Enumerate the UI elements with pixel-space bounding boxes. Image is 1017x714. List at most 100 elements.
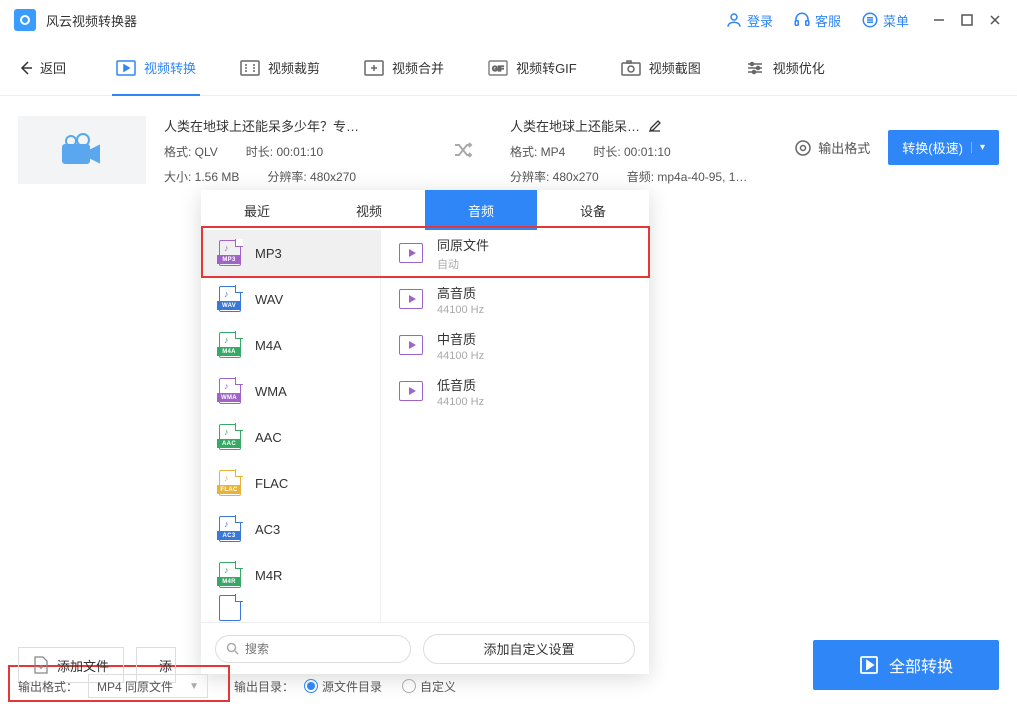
format-item-aac[interactable]: ♪AAC AAC bbox=[201, 414, 380, 460]
camera-icon bbox=[621, 60, 641, 76]
tab-video-crop[interactable]: 视频裁剪 bbox=[218, 40, 342, 96]
radio-src-dir[interactable]: 源文件目录 bbox=[304, 678, 382, 695]
support-button[interactable]: 客服 bbox=[793, 11, 841, 30]
file-format-in: 格式: QLV bbox=[164, 143, 218, 160]
quality-item[interactable]: 同原文件自动 bbox=[381, 230, 649, 276]
radio-custom-dir[interactable]: 自定义 bbox=[402, 678, 456, 695]
edit-icon[interactable] bbox=[648, 119, 662, 133]
radio-label: 源文件目录 bbox=[322, 678, 382, 695]
file-duration-in: 时长: 00:01:10 bbox=[246, 143, 323, 160]
tab-label: 视频优化 bbox=[773, 58, 825, 77]
tab-video-optimize[interactable]: 视频优化 bbox=[723, 40, 847, 96]
format-item-m4r[interactable]: ♪M4RM4R bbox=[201, 552, 380, 598]
file-type-icon bbox=[219, 595, 241, 621]
quality-item[interactable]: 高音质44100 Hz bbox=[381, 276, 649, 322]
play-icon bbox=[399, 243, 423, 263]
sliders-icon bbox=[745, 60, 765, 76]
arrow-left-icon bbox=[18, 60, 34, 76]
file-type-icon: ♪WMA bbox=[219, 378, 241, 404]
file-type-icon: ♪MP3 bbox=[219, 240, 241, 266]
play-icon bbox=[859, 655, 879, 675]
format-item-wma[interactable]: ♪WMAWMA bbox=[201, 368, 380, 414]
file-plus-icon bbox=[33, 656, 49, 674]
popup-tab-video[interactable]: 视频 bbox=[313, 190, 425, 230]
video-thumbnail bbox=[18, 116, 146, 184]
format-item-m4a[interactable]: ♪M4AM4A bbox=[201, 322, 380, 368]
quality-title: 同原文件 bbox=[437, 235, 489, 254]
menu-button[interactable]: 菜单 bbox=[861, 11, 909, 30]
add-file-label: 添加文件 bbox=[57, 656, 109, 675]
popup-tab-audio[interactable]: 音频 bbox=[425, 190, 537, 230]
file-type-icon: ♪AAC bbox=[219, 424, 241, 450]
shuffle-button[interactable] bbox=[452, 138, 476, 162]
tab-label: 视频转GIF bbox=[516, 58, 577, 77]
tab-label: 视频合并 bbox=[392, 58, 444, 77]
file-size: 大小: 1.56 MB bbox=[164, 168, 239, 185]
format-label: FLAC bbox=[255, 476, 288, 491]
popup-tab-label: 设备 bbox=[580, 201, 606, 220]
tab-video-gif[interactable]: GIF 视频转GIF bbox=[466, 40, 599, 96]
file-title-out: 人类在地球上还能呆… bbox=[510, 116, 640, 135]
play-icon bbox=[399, 381, 423, 401]
file-type-icon: ♪AC3 bbox=[219, 516, 241, 542]
tab-video-screenshot[interactable]: 视频截图 bbox=[599, 40, 723, 96]
quality-sub: 44100 Hz bbox=[437, 350, 484, 362]
convert-speed-label: 转换(极速) bbox=[902, 138, 963, 157]
format-item-more[interactable] bbox=[201, 598, 380, 618]
gif-icon: GIF bbox=[488, 60, 508, 76]
format-label: WAV bbox=[255, 292, 283, 307]
format-item-ac3[interactable]: ♪AC3 AC3 bbox=[201, 506, 380, 552]
radio-icon bbox=[402, 679, 416, 693]
shuffle-icon bbox=[452, 138, 476, 162]
tab-label: 视频截图 bbox=[649, 58, 701, 77]
back-button[interactable]: 返回 bbox=[18, 58, 66, 77]
quality-item[interactable]: 中音质 44100 Hz bbox=[381, 322, 649, 368]
popup-tab-recent[interactable]: 最近 bbox=[201, 190, 313, 230]
popup-tab-label: 最近 bbox=[244, 201, 270, 220]
file-resolution-out: 分辨率: 480x270 bbox=[510, 168, 599, 185]
tab-video-convert[interactable]: 视频转换 bbox=[94, 40, 218, 96]
file-title-in: 人类在地球上还能呆多少年？专… bbox=[164, 116, 434, 135]
output-format-button[interactable]: 输出格式 bbox=[794, 138, 870, 157]
popup-tab-device[interactable]: 设备 bbox=[537, 190, 649, 230]
close-button[interactable] bbox=[987, 12, 1003, 28]
crop-icon bbox=[240, 60, 260, 76]
output-format-label: 输出格式： bbox=[18, 678, 78, 695]
file-resolution-in: 分辨率: 480x270 bbox=[267, 168, 356, 185]
format-item-flac[interactable]: ♪FLAC FLAC bbox=[201, 460, 380, 506]
tab-video-merge[interactable]: 视频合并 bbox=[342, 40, 466, 96]
support-label: 客服 bbox=[815, 11, 841, 30]
file-format-out: 格式: MP4 bbox=[510, 143, 565, 160]
chevron-down-icon: ▾ bbox=[971, 142, 985, 153]
play-icon bbox=[399, 335, 423, 355]
quality-item[interactable]: 低音质44100 Hz bbox=[381, 368, 649, 414]
file-type-icon: ♪FLAC bbox=[219, 470, 241, 496]
svg-text:GIF: GIF bbox=[492, 66, 504, 73]
format-label: MP3 bbox=[255, 246, 282, 261]
app-title: 风云视频转换器 bbox=[46, 11, 137, 30]
format-item-mp3[interactable]: ♪MP3 MP3 bbox=[201, 230, 380, 276]
quality-title: 中音质 bbox=[437, 329, 484, 348]
output-dir-label: 输出目录： bbox=[234, 678, 294, 695]
maximize-button[interactable] bbox=[959, 12, 975, 28]
quality-sub: 44100 Hz bbox=[437, 396, 484, 408]
minimize-button[interactable] bbox=[931, 12, 947, 28]
convert-speed-button[interactable]: 转换(极速) ▾ bbox=[888, 130, 999, 165]
popup-tab-label: 视频 bbox=[356, 201, 382, 220]
format-popup: 最近 视频 音频 设备 ♪MP3 MP3 ♪WAVWAV♪M4AM4A♪WMAWMA… bbox=[201, 190, 649, 674]
format-label: AC3 bbox=[255, 522, 280, 537]
play-icon bbox=[399, 289, 423, 309]
output-format-value: MP4 同原文件 bbox=[97, 678, 173, 695]
format-item-wav[interactable]: ♪WAVWAV bbox=[201, 276, 380, 322]
gear-icon bbox=[794, 139, 812, 157]
format-label: AAC bbox=[255, 430, 282, 445]
tab-label: 视频裁剪 bbox=[268, 58, 320, 77]
menu-label: 菜单 bbox=[883, 11, 909, 30]
login-label: 登录 bbox=[747, 11, 773, 30]
camcorder-icon bbox=[59, 131, 105, 169]
file-audio-out: 音频: mp4a-40-95, 1… bbox=[627, 168, 748, 185]
login-button[interactable]: 登录 bbox=[725, 11, 773, 30]
app-logo bbox=[14, 9, 36, 31]
user-icon bbox=[725, 11, 743, 29]
output-format-select[interactable]: MP4 同原文件 ▼ bbox=[88, 674, 208, 698]
